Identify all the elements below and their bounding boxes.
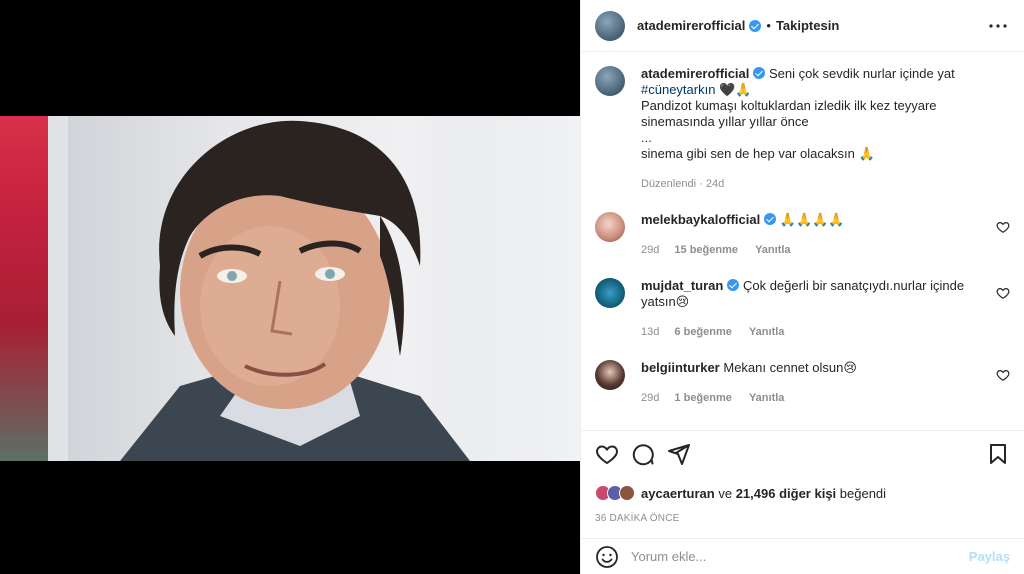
likes-summary: aycaerturan ve 21,496 diğer kişi beğendi: [595, 485, 1010, 501]
post-actions: aycaerturan ve 21,496 diğer kişi beğendi…: [581, 430, 1024, 524]
caption-text-line2: Pandizot kumaşı koltuklardan izledik ilk…: [641, 98, 937, 129]
reply-button[interactable]: Yanıtla: [749, 326, 784, 338]
comment-item: belgiinturker Mekanı cennet olsun😢 29d 1…: [595, 360, 1010, 406]
caption-avatar[interactable]: [595, 66, 625, 96]
caption-text-line4: sinema gibi sen de hep var olacaksın 🙏: [641, 146, 875, 161]
reply-button[interactable]: Yanıtla: [749, 392, 784, 404]
comment-bubble-icon[interactable]: [631, 442, 655, 466]
comment-username[interactable]: mujdat_turan: [641, 278, 723, 293]
post-comment-button[interactable]: Paylaş: [969, 549, 1010, 564]
likes-others[interactable]: 21,496 diğer kişi: [736, 486, 836, 501]
comment-username[interactable]: belgiinturker: [641, 360, 720, 375]
share-paper-plane-icon[interactable]: [667, 442, 691, 466]
caption-time[interactable]: 24d: [706, 178, 724, 190]
liker-avatars[interactable]: [595, 485, 635, 501]
like-comment-heart-icon[interactable]: [996, 220, 1010, 234]
comment-time[interactable]: 29d: [641, 392, 659, 404]
post-header: atademirerofficial • Takiptesin: [581, 0, 1024, 52]
header-separator: •: [766, 18, 771, 33]
verified-badge-icon: [753, 67, 766, 79]
author-username[interactable]: atademirerofficial: [637, 18, 745, 33]
emoji-picker-icon[interactable]: [595, 545, 619, 569]
comment-avatar[interactable]: [595, 278, 625, 308]
liked-by-username[interactable]: aycaerturan: [641, 486, 715, 501]
post-time[interactable]: 36 DAKİKA ÖNCE: [595, 513, 1010, 524]
caption-text-line1: Seni çok sevdik nurlar içinde yat: [769, 66, 955, 81]
comment-likes[interactable]: 15 beğenme: [674, 244, 738, 256]
like-comment-heart-icon[interactable]: [996, 286, 1010, 300]
like-heart-icon[interactable]: [595, 442, 619, 466]
likes-and: ve: [718, 485, 733, 501]
caption: atademirerofficial Seni çok sevdik nurla…: [595, 66, 1010, 192]
save-bookmark-icon[interactable]: [986, 442, 1010, 466]
comment-likes[interactable]: 6 beğenme: [674, 326, 731, 338]
caption-separator: ·: [699, 178, 706, 190]
comment-username[interactable]: melekbaykalofficial: [641, 212, 760, 227]
comment-item: mujdat_turan Çok değerli bir sanatçıydı.…: [595, 278, 1010, 340]
like-comment-heart-icon[interactable]: [996, 368, 1010, 382]
portrait-illustration: [120, 120, 470, 461]
verified-badge-icon: [749, 19, 762, 32]
reply-button[interactable]: Yanıtla: [755, 244, 790, 256]
comments-scroll-area[interactable]: atademirerofficial Seni çok sevdik nurla…: [581, 52, 1024, 430]
comment-time[interactable]: 29d: [641, 244, 659, 256]
comment-text: 🙏🙏🙏🙏: [779, 212, 845, 227]
verified-badge-icon: [764, 213, 777, 225]
more-options-icon[interactable]: [986, 14, 1010, 38]
add-comment-bar: Paylaş: [581, 538, 1024, 574]
caption-emoji: 🖤🙏: [719, 82, 752, 97]
author-avatar[interactable]: [595, 10, 625, 41]
caption-hashtag[interactable]: #cüneytarkın: [641, 82, 715, 97]
verified-badge-icon: [727, 279, 740, 291]
comment-item: melekbaykalofficial 🙏🙏🙏🙏 29d 15 beğenme …: [595, 212, 1010, 258]
caption-edited-label: Düzenlendi: [641, 178, 697, 190]
comment-input[interactable]: [631, 549, 969, 564]
comment-avatar[interactable]: [595, 212, 625, 242]
post-modal: atademirerofficial • Takiptesin atademir…: [0, 0, 1024, 574]
comment-avatar[interactable]: [595, 360, 625, 390]
following-button[interactable]: Takiptesin: [776, 18, 839, 33]
post-sidebar: atademirerofficial • Takiptesin atademir…: [580, 0, 1024, 574]
comment-text: Mekanı cennet olsun😢: [723, 360, 857, 375]
post-photo: [0, 116, 580, 461]
comment-likes[interactable]: 1 beğenme: [674, 392, 731, 404]
caption-username[interactable]: atademirerofficial: [641, 66, 749, 81]
caption-text-line3: ...: [641, 130, 652, 145]
post-media[interactable]: [0, 0, 580, 574]
comment-time[interactable]: 13d: [641, 326, 659, 338]
likes-suffix: beğendi: [839, 485, 887, 501]
